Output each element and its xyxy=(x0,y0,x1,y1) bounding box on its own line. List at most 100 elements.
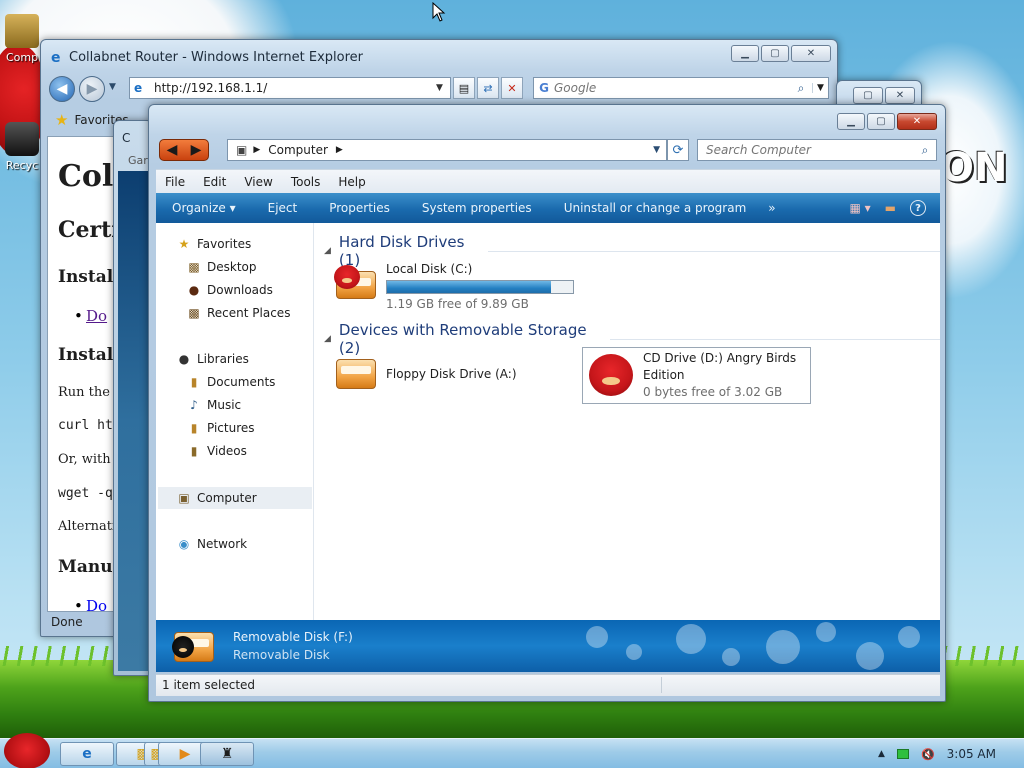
sidebar-item-label: Documents xyxy=(207,375,276,389)
navigation-buttons: ◀ ▶ xyxy=(159,139,209,161)
recent-pages-dropdown[interactable]: ▼ xyxy=(109,82,116,92)
properties-button[interactable]: Properties xyxy=(313,201,406,215)
address-bar[interactable]: e ▼ xyxy=(129,77,451,99)
change-view-icon[interactable]: ▦ ▾ xyxy=(849,201,870,215)
section-heading: Install xyxy=(58,345,120,365)
desktop-icon-computer[interactable]: Comp xyxy=(0,14,44,64)
address-dropdown-icon[interactable]: ▼ xyxy=(653,145,660,155)
drive-free-space: 0 bytes free of 3.02 GB xyxy=(643,385,783,399)
sidebar-item-music[interactable]: ♪ Music xyxy=(186,396,241,414)
menu-view[interactable]: View xyxy=(235,175,281,189)
desktop-icon-label: Comp xyxy=(5,51,39,64)
videos-icon: ▮ xyxy=(190,444,198,458)
back-button[interactable]: ◀ xyxy=(49,76,75,102)
explorer-body: ★ Favorites ▩ Desktop ● Downloads ▩ Rece… xyxy=(156,223,940,620)
search-box[interactable]: G ⌕ ▼ xyxy=(533,77,829,99)
sidebar-item-downloads[interactable]: ● Downloads xyxy=(186,281,273,299)
floppy-drive-icon xyxy=(332,353,378,395)
documents-icon: ▮ xyxy=(190,375,198,389)
maximize-button[interactable]: ▢ xyxy=(853,87,883,104)
show-hidden-icons-button[interactable]: ▲ xyxy=(878,749,885,759)
sidebar-item-favorites[interactable]: ★ Favorites xyxy=(176,235,252,253)
libraries-icon: ● xyxy=(178,352,190,366)
back-button[interactable]: ◀ xyxy=(160,140,184,160)
window-title: Collabnet Router - Windows Internet Expl… xyxy=(69,50,364,65)
forward-button[interactable]: ▶ xyxy=(184,140,208,160)
desktop-icon-recycle-bin[interactable]: Recyc xyxy=(0,122,44,172)
maximize-button[interactable]: ▢ xyxy=(761,45,789,62)
sidebar-item-network[interactable]: ◉ Network xyxy=(176,535,247,553)
address-dropdown-icon[interactable]: ▼ xyxy=(436,83,450,93)
close-button[interactable]: ✕ xyxy=(885,87,915,104)
drive-cd-d[interactable]: CD Drive (D:) Angry Birds Edition 0 byte… xyxy=(582,347,812,404)
google-icon: G xyxy=(539,81,549,95)
system-properties-button[interactable]: System properties xyxy=(406,201,548,215)
minimize-button[interactable]: ▁ xyxy=(837,113,865,130)
group-title: Devices with Removable Storage (2) xyxy=(338,321,587,357)
star-icon: ★ xyxy=(178,237,190,251)
favorites-star-icon[interactable]: ★ xyxy=(55,111,68,129)
refresh-button[interactable]: ⟳ xyxy=(667,139,689,161)
clock[interactable]: 3:05 AM xyxy=(947,747,996,761)
sidebar-item-recent-places[interactable]: ▩ Recent Places xyxy=(186,304,290,322)
help-icon[interactable]: ? xyxy=(910,200,926,216)
search-icon[interactable]: ⌕ xyxy=(790,81,812,96)
search-input[interactable] xyxy=(706,143,914,157)
search-options-dropdown[interactable]: ▼ xyxy=(812,83,828,93)
maximize-button[interactable]: ▢ xyxy=(867,113,895,130)
forward-button[interactable]: ▶ xyxy=(79,76,105,102)
breadcrumb-arrow-icon[interactable]: ▶ xyxy=(253,145,260,155)
start-button[interactable] xyxy=(4,733,50,768)
search-input[interactable] xyxy=(554,81,790,95)
sidebar-item-pictures[interactable]: ▮ Pictures xyxy=(186,419,255,437)
refresh-button[interactable]: ⇄ xyxy=(477,77,499,99)
removable-disk-icon xyxy=(172,628,218,666)
organize-button[interactable]: Organize ▾ xyxy=(156,201,252,215)
volume-muted-icon[interactable]: 🔇 xyxy=(921,748,935,761)
eject-button[interactable]: Eject xyxy=(252,201,314,215)
download-link[interactable]: Do xyxy=(74,597,107,611)
sidebar-item-label: Downloads xyxy=(207,283,273,297)
mouse-cursor-icon xyxy=(432,2,446,22)
close-button[interactable]: ✕ xyxy=(791,45,831,62)
search-box[interactable]: ⌕ xyxy=(697,139,937,161)
address-input[interactable] xyxy=(154,81,436,95)
close-button[interactable]: ✕ xyxy=(897,113,937,130)
network-status-icon[interactable] xyxy=(896,749,909,759)
drive-floppy-a[interactable]: Floppy Disk Drive (A:) xyxy=(332,353,517,395)
collapse-triangle-icon[interactable]: ◢ xyxy=(324,334,331,344)
taskbar-active-window[interactable]: ♜ xyxy=(200,742,254,766)
menu-edit[interactable]: Edit xyxy=(194,175,235,189)
breadcrumb-computer[interactable]: Computer xyxy=(268,143,328,157)
sidebar-item-computer[interactable]: ▣ Computer xyxy=(176,489,257,507)
menu-tools[interactable]: Tools xyxy=(282,175,330,189)
sidebar-item-documents[interactable]: ▮ Documents xyxy=(186,373,276,391)
drive-name-line2: Edition xyxy=(643,368,685,382)
preview-pane-icon[interactable]: ▬ xyxy=(885,201,896,215)
download-link[interactable]: Do xyxy=(74,307,107,325)
drive-name: CD Drive (D:) Angry Birds xyxy=(643,351,797,365)
stop-button[interactable]: ✕ xyxy=(501,77,523,99)
address-bar[interactable]: ▣ ▶ Computer ▶ ▼ xyxy=(227,139,667,161)
paragraph: Or, with xyxy=(58,452,111,467)
menu-file[interactable]: File xyxy=(156,175,194,189)
uninstall-program-button[interactable]: Uninstall or change a program xyxy=(548,201,763,215)
compatibility-view-button[interactable]: ▤ xyxy=(453,77,475,99)
background-window[interactable]: C Gar xyxy=(113,120,153,676)
sidebar-item-libraries[interactable]: ● Libraries xyxy=(176,350,249,368)
code-line: curl ht xyxy=(58,418,113,433)
music-icon: ♪ xyxy=(190,398,198,412)
breadcrumb-arrow-icon[interactable]: ▶ xyxy=(336,145,343,155)
sidebar-item-label: Computer xyxy=(197,491,257,505)
minimize-button[interactable]: ▁ xyxy=(731,45,759,62)
search-icon[interactable]: ⌕ xyxy=(914,143,936,158)
sidebar-item-desktop[interactable]: ▩ Desktop xyxy=(186,258,256,276)
sidebar-item-videos[interactable]: ▮ Videos xyxy=(186,442,247,460)
explorer-window[interactable]: ▁ ▢ ✕ ◀ ▶ ▣ ▶ Computer ▶ ▼ ⟳ ⌕ File Edit… xyxy=(148,104,946,702)
collapse-triangle-icon[interactable]: ◢ xyxy=(324,246,331,256)
drive-name: Floppy Disk Drive (A:) xyxy=(386,366,517,381)
drive-local-disk-c[interactable]: Local Disk (C:) 1.19 GB free of 9.89 GB xyxy=(332,261,574,313)
more-commands-button[interactable]: » xyxy=(762,201,781,215)
taskbar-internet-explorer[interactable]: e xyxy=(60,742,114,766)
menu-help[interactable]: Help xyxy=(329,175,374,189)
